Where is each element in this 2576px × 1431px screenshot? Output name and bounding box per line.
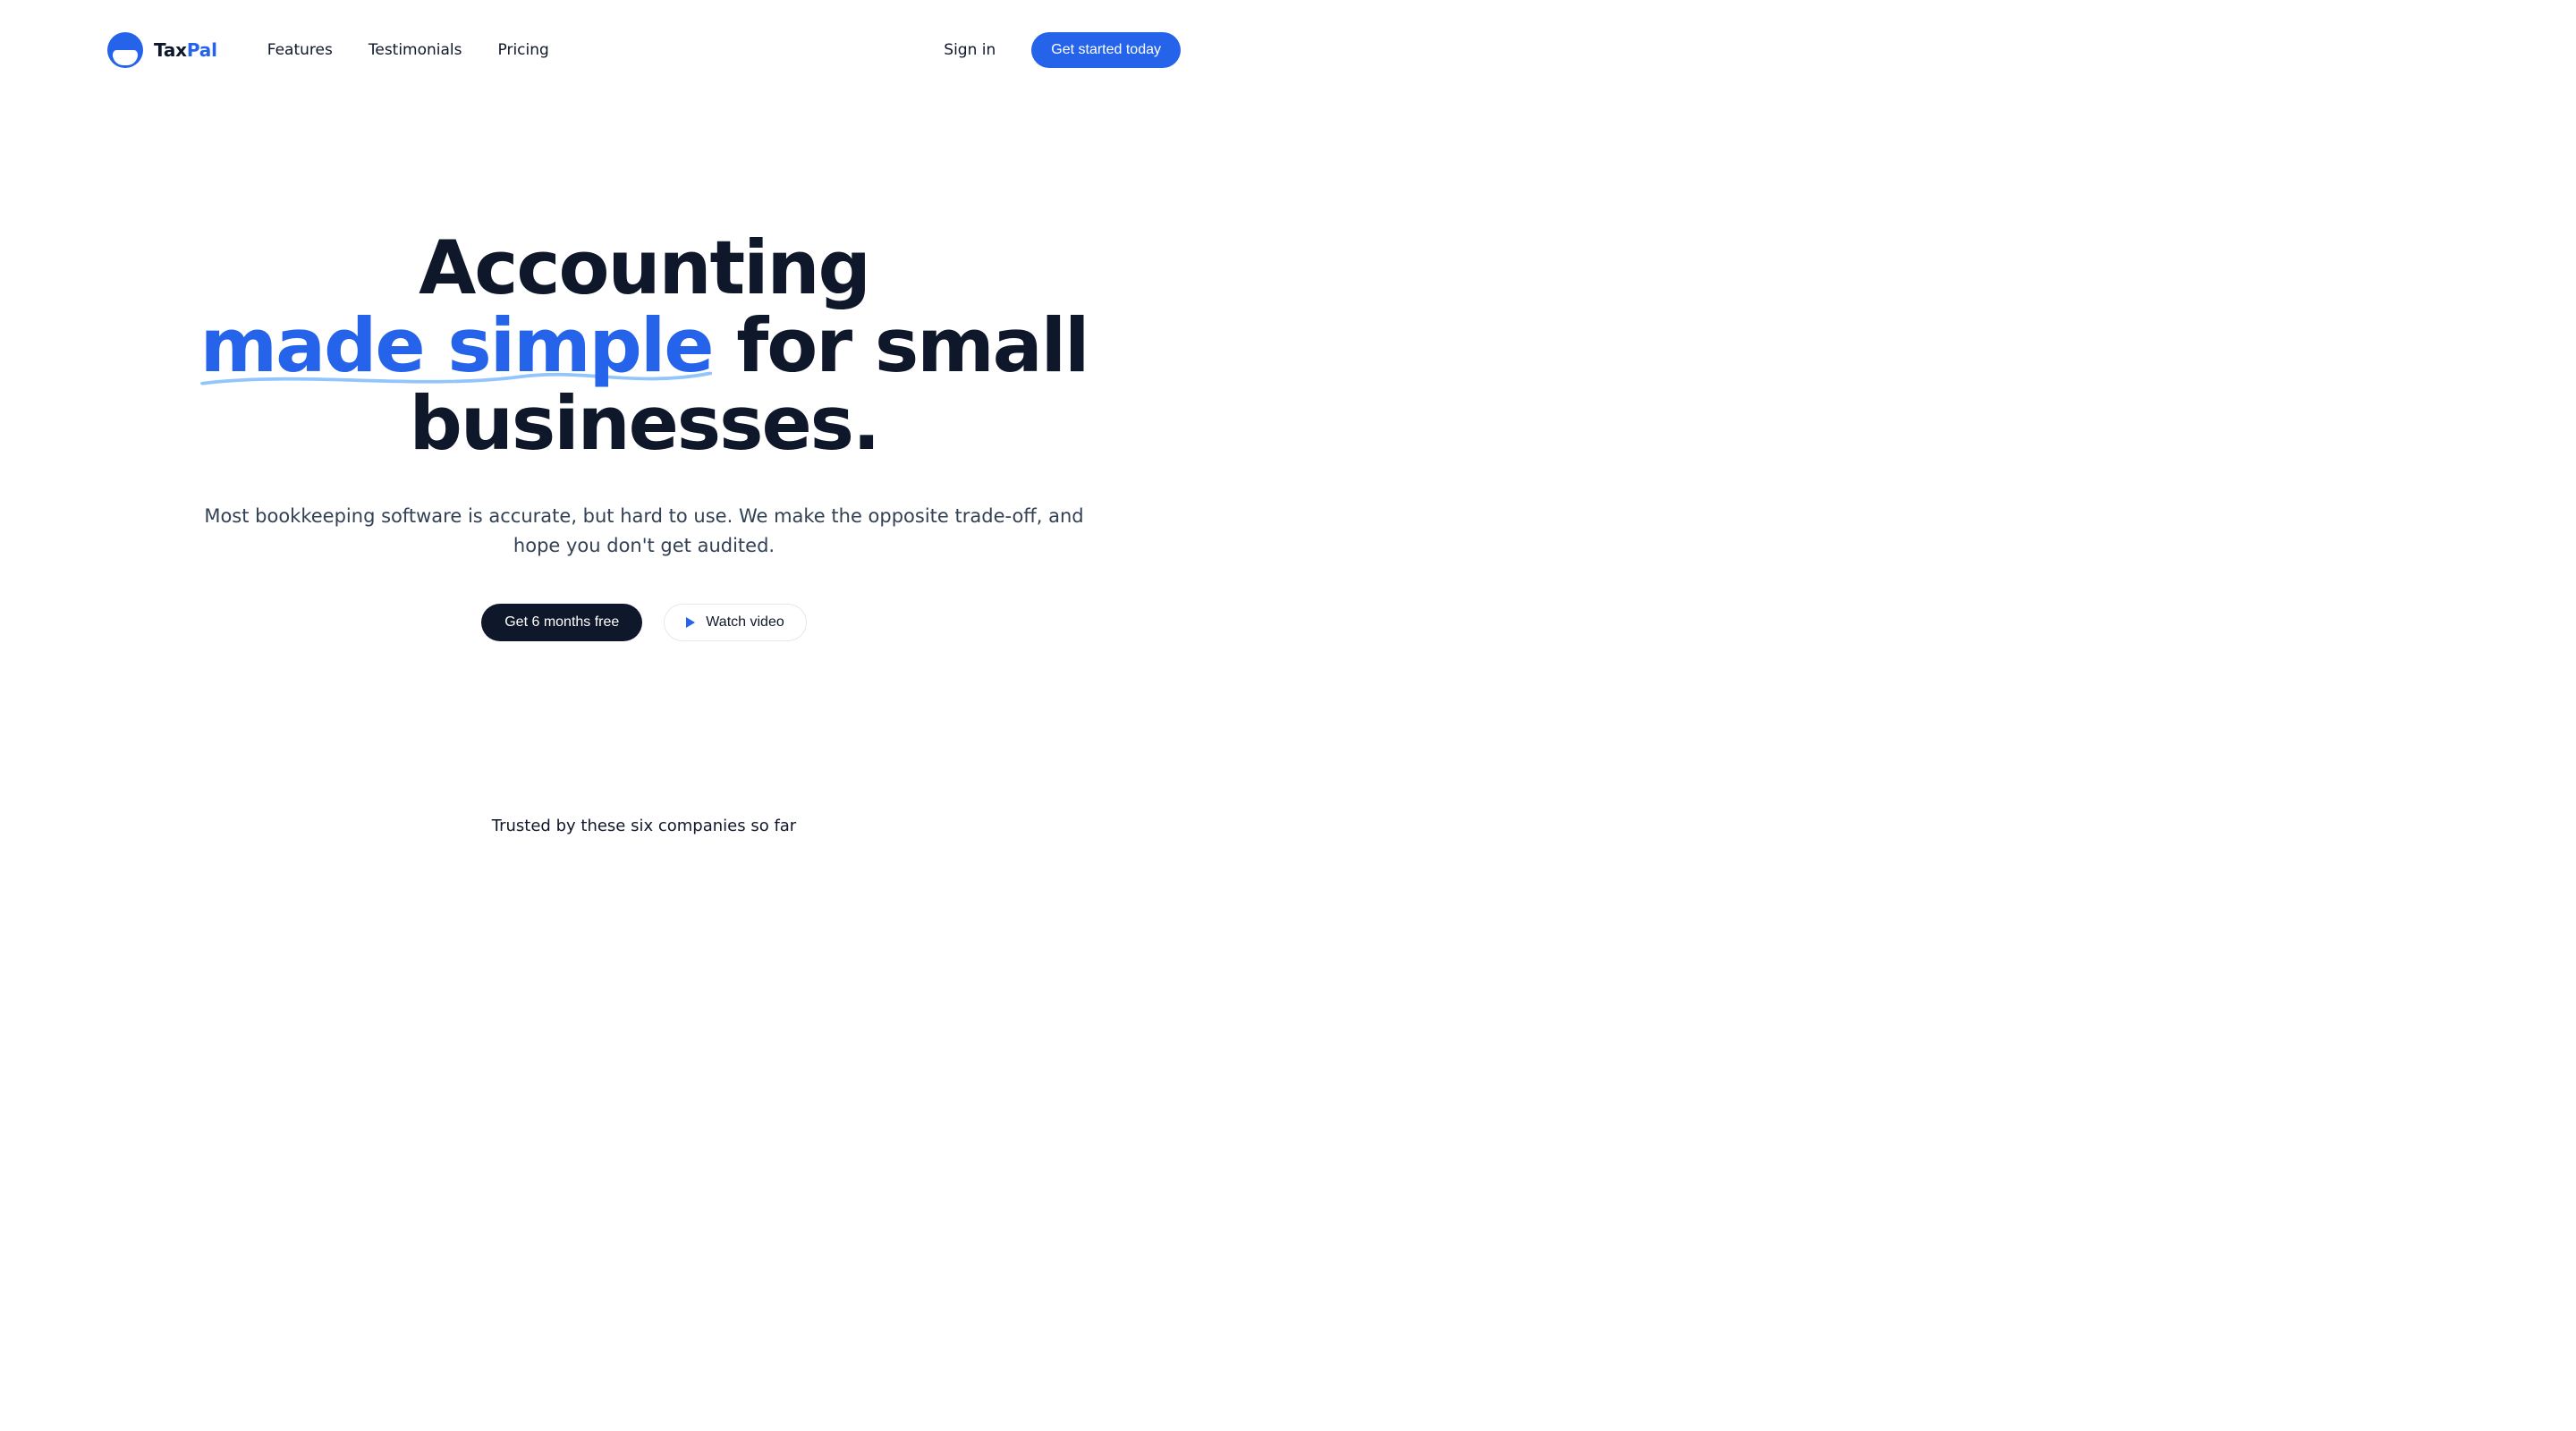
nav-item-testimonials[interactable]: Testimonials [369, 41, 462, 59]
get-free-months-button[interactable]: Get 6 months free [481, 604, 642, 641]
hero-heading-highlight: made simple [200, 307, 713, 385]
hero-section: Accounting made simple for small busines… [197, 68, 1091, 641]
site-header: TaxPal Features Testimonials Pricing Sig… [89, 0, 1199, 68]
hero-heading-pre: Accounting [419, 224, 869, 311]
hero-subtitle: Most bookkeeping software is accurate, b… [197, 502, 1091, 560]
logo-text-accent: Pal [187, 39, 217, 61]
primary-nav: Features Testimonials Pricing [267, 41, 549, 59]
trusted-by-text: Trusted by these six companies so far [0, 817, 1288, 835]
play-icon [686, 617, 695, 628]
get-started-button[interactable]: Get started today [1031, 32, 1181, 68]
hero-heading: Accounting made simple for small busines… [197, 229, 1091, 462]
logo-text: TaxPal [154, 39, 217, 61]
watch-video-label: Watch video [706, 614, 784, 631]
hero-cta-row: Get 6 months free Watch video [197, 604, 1091, 641]
logo-icon [107, 32, 143, 68]
logo-text-dark: Tax [154, 39, 187, 61]
watch-video-button[interactable]: Watch video [664, 604, 806, 641]
header-right: Sign in Get started today [944, 32, 1181, 68]
nav-item-features[interactable]: Features [267, 41, 333, 59]
hero-heading-highlight-text: made simple [200, 302, 713, 389]
nav-item-pricing[interactable]: Pricing [498, 41, 549, 59]
logo-link[interactable]: TaxPal [107, 32, 217, 68]
header-left: TaxPal Features Testimonials Pricing [107, 32, 549, 68]
signin-link[interactable]: Sign in [944, 41, 996, 59]
